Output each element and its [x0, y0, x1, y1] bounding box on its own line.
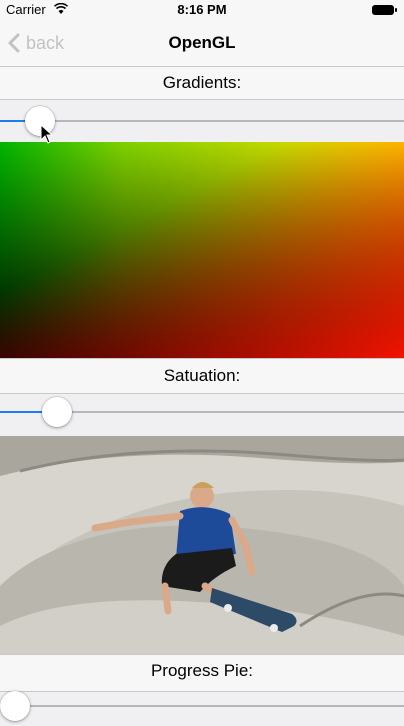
- slider-track: [0, 120, 404, 122]
- gradients-label: Gradients:: [162, 73, 242, 92]
- status-bar: Carrier 8:16 PM: [0, 0, 404, 20]
- slider-thumb[interactable]: [41, 397, 72, 427]
- saturation-slider[interactable]: [0, 392, 404, 432]
- slider-thumb[interactable]: [0, 691, 30, 721]
- slider-track: [0, 705, 404, 707]
- cursor-icon: [40, 124, 54, 144]
- gradient-canvas: [0, 142, 404, 358]
- skateboard-photo: [0, 436, 404, 654]
- saturation-label: Satuation:: [163, 366, 241, 385]
- progress-pie-slider[interactable]: [0, 686, 404, 726]
- battery-icon: [372, 5, 397, 15]
- gradients-slider[interactable]: [0, 101, 404, 141]
- photo-illustration: [0, 436, 404, 654]
- navigation-bar: back OpenGL: [0, 20, 404, 67]
- page-title: OpenGL: [168, 33, 236, 52]
- progress-pie-label: Progress Pie:: [150, 661, 254, 680]
- clock: 8:16 PM: [177, 2, 227, 17]
